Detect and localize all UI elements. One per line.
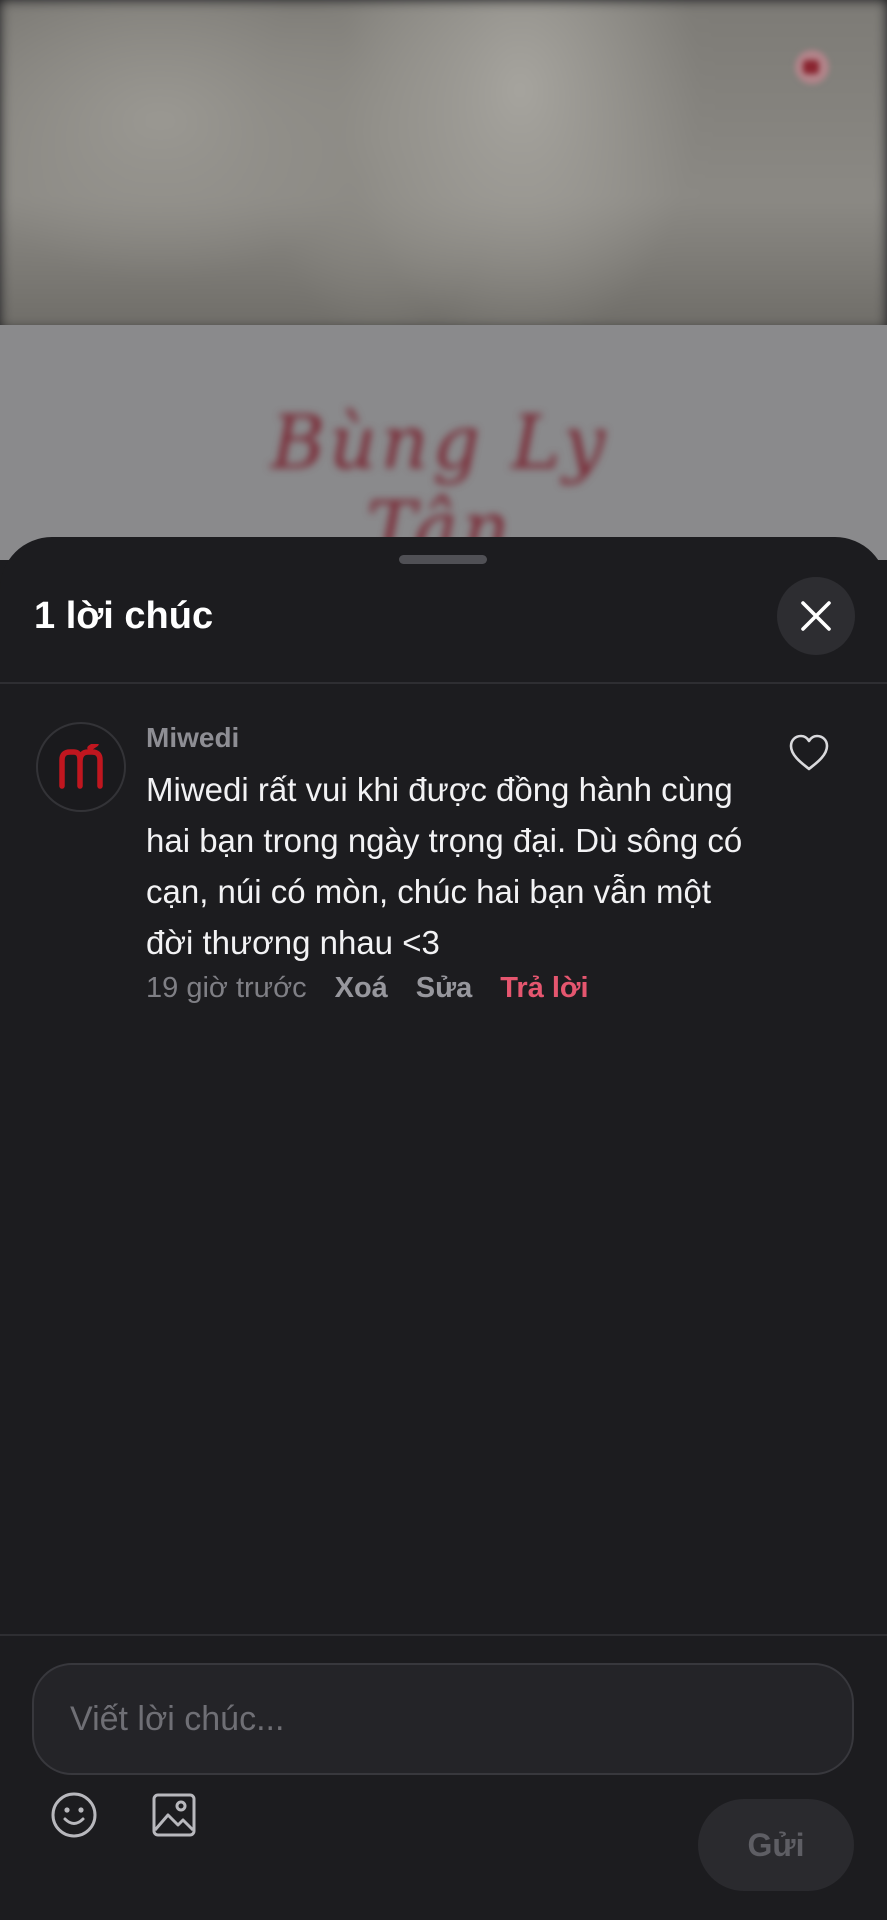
- wishes-sheet: 1 lời chúc Miwedi Miwedi rất vui khi đượ…: [0, 537, 887, 1920]
- send-button[interactable]: Gửi: [698, 1799, 854, 1891]
- heart-icon: [789, 734, 829, 771]
- close-button[interactable]: [777, 577, 855, 655]
- emoji-button[interactable]: [44, 1785, 104, 1845]
- emoji-icon: [51, 1792, 97, 1838]
- avatar[interactable]: [36, 722, 126, 812]
- delete-button[interactable]: Xoá: [335, 972, 388, 1005]
- sheet-title: 1 lời chúc: [34, 595, 214, 637]
- comment-author[interactable]: Miwedi: [146, 722, 239, 754]
- edit-button[interactable]: Sửa: [416, 972, 472, 1005]
- sheet-grabber[interactable]: [399, 555, 487, 564]
- reply-button[interactable]: Trả lời: [500, 972, 588, 1005]
- miwedi-logo: [59, 744, 103, 789]
- comment-item: Miwedi Miwedi rất vui khi được đồng hành…: [0, 722, 887, 1062]
- close-icon: [801, 601, 831, 631]
- comment-text: Miwedi rất vui khi được đồng hành cùng h…: [146, 771, 743, 961]
- background-heart-icon: [795, 50, 829, 84]
- header-divider: [0, 682, 887, 684]
- like-button[interactable]: [786, 730, 832, 776]
- image-icon: [152, 1793, 196, 1837]
- background-page: Bùng Ly Tân: [0, 0, 887, 560]
- comment-meta: 19 giờ trước Xoá Sửa Trả lời: [146, 972, 589, 1005]
- background-photo: [0, 0, 887, 330]
- wish-input[interactable]: [32, 1663, 854, 1775]
- image-button[interactable]: [144, 1785, 204, 1845]
- comment-time: 19 giờ trước: [146, 972, 307, 1004]
- background-couple-names: Bùng Ly Tân: [270, 400, 610, 560]
- composer-divider: [0, 1634, 887, 1636]
